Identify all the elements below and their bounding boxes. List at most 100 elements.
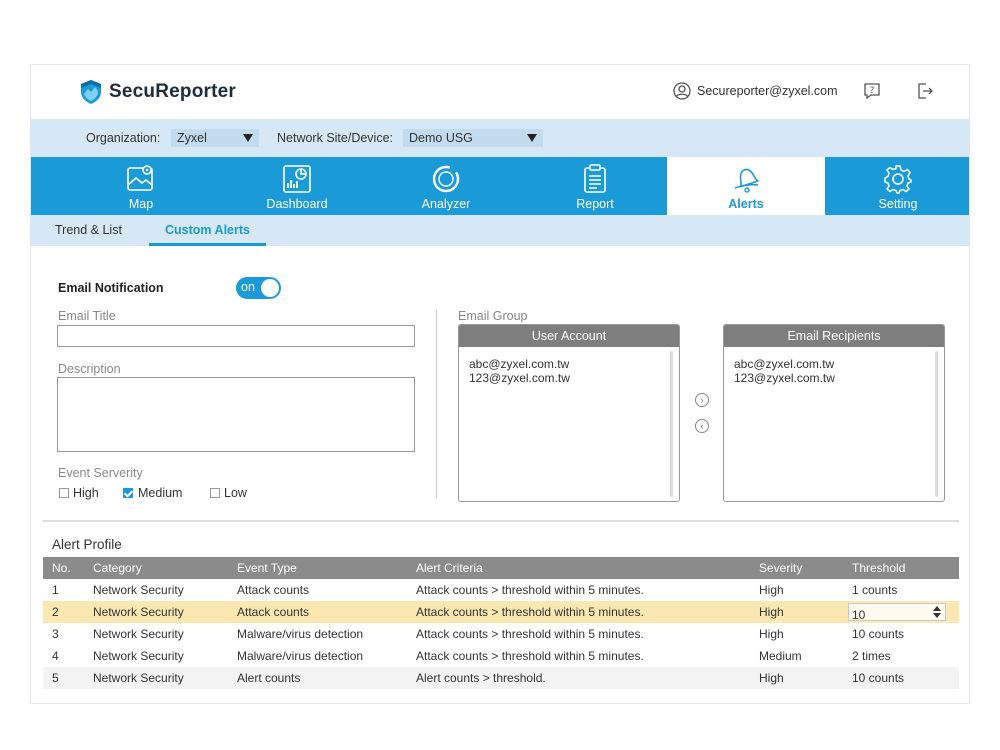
- chevron-down-icon: [527, 134, 537, 142]
- user-account-list[interactable]: User Account abc@zyxel.com.tw 123@zyxel.…: [458, 324, 680, 502]
- cell-criteria: Attack counts > threshold within 5 minut…: [416, 649, 644, 663]
- nav-label-dashboard: Dashboard: [266, 197, 328, 211]
- analyzer-icon: [432, 165, 460, 193]
- site-select[interactable]: Demo USG: [403, 129, 543, 147]
- nav-item-analyzer[interactable]: Analyzer: [376, 157, 516, 215]
- email-recipients-header: Email Recipients: [724, 325, 944, 347]
- user-icon[interactable]: [673, 82, 691, 100]
- app-window: SecuReporter Secureporter@zyxel.com ? Or…: [30, 64, 970, 704]
- section-divider: [43, 520, 959, 522]
- severity-low-checkbox[interactable]: [210, 488, 220, 498]
- gear-icon: [884, 165, 912, 194]
- move-left-button[interactable]: ‹: [695, 419, 709, 433]
- tab-trend-list[interactable]: Trend & List: [39, 215, 138, 246]
- move-right-button[interactable]: ›: [695, 393, 709, 407]
- email-group-label: Email Group: [458, 309, 528, 323]
- cell-no: 1: [52, 583, 59, 597]
- cell-severity: Medium: [759, 649, 802, 663]
- cell-criteria: Attack counts > threshold within 5 minut…: [416, 605, 644, 619]
- cell-event-type: Attack counts: [237, 583, 310, 597]
- cell-category: Network Security: [93, 627, 184, 641]
- nav-label-analyzer: Analyzer: [421, 197, 471, 211]
- header: SecuReporter Secureporter@zyxel.com ?: [31, 65, 969, 119]
- logout-icon[interactable]: [916, 82, 934, 100]
- cell-event-type: Alert counts: [237, 671, 301, 685]
- severity-label: Event Serverity: [58, 466, 143, 480]
- threshold-spinner-input[interactable]: 10: [848, 603, 946, 622]
- nav-label-alerts: Alerts: [728, 197, 764, 211]
- user-email[interactable]: Secureporter@zyxel.com: [697, 84, 838, 98]
- cell-threshold: 10 counts: [852, 627, 905, 641]
- cell-threshold: 1 counts: [852, 583, 898, 597]
- email-notification-toggle[interactable]: on: [236, 277, 281, 299]
- cell-no: 2: [52, 605, 59, 619]
- cell-severity: High: [759, 627, 784, 641]
- nav-item-map[interactable]: Map: [71, 157, 211, 215]
- severity-high-checkbox[interactable]: [59, 488, 69, 498]
- severity-high-label: High: [73, 486, 99, 500]
- nav-label-setting: Setting: [878, 197, 918, 211]
- list-item[interactable]: 123@zyxel.com.tw: [469, 371, 669, 385]
- main-nav: Map Dashboard Analyzer Report Alerts Set…: [31, 157, 969, 215]
- table-row[interactable]: 2 Network Security Attack counts Attack …: [43, 601, 959, 623]
- table-row[interactable]: 5 Network Security Alert counts Alert co…: [43, 667, 959, 689]
- cell-threshold: 2 times: [852, 649, 891, 663]
- tab-custom-alerts[interactable]: Custom Alerts: [149, 215, 266, 246]
- sub-tabs: Trend & List Custom Alerts: [31, 215, 969, 246]
- svg-text:?: ?: [870, 86, 875, 96]
- cell-criteria: Attack counts > threshold within 5 minut…: [416, 627, 644, 641]
- cell-threshold: 10 counts: [852, 671, 905, 685]
- table-row[interactable]: 4 Network Security Malware/virus detecti…: [43, 645, 959, 667]
- description-label: Description: [58, 362, 121, 376]
- email-title-label: Email Title: [58, 309, 116, 323]
- table-row[interactable]: 3 Network Security Malware/virus detecti…: [43, 623, 959, 645]
- vertical-divider: [436, 310, 437, 498]
- user-account-header: User Account: [459, 325, 679, 347]
- description-textarea[interactable]: [57, 377, 415, 452]
- site-label: Network Site/Device:: [277, 131, 394, 145]
- nav-item-report[interactable]: Report: [525, 157, 665, 215]
- nav-label-map: Map: [128, 197, 154, 211]
- alert-profile-table: No. Category Event Type Alert Criteria S…: [43, 557, 959, 689]
- spinner-arrows-icon[interactable]: [933, 606, 941, 618]
- scrollbar[interactable]: [935, 351, 938, 497]
- report-icon: [584, 164, 606, 193]
- map-icon: [127, 165, 153, 191]
- organization-select[interactable]: Zyxel: [171, 129, 259, 147]
- severity-medium-label: Medium: [138, 486, 183, 500]
- email-recipients-list[interactable]: Email Recipients abc@zyxel.com.tw 123@zy…: [723, 324, 945, 502]
- nav-label-report: Report: [576, 197, 614, 211]
- column-header-no: No.: [52, 561, 71, 575]
- scrollbar[interactable]: [670, 351, 673, 497]
- help-icon[interactable]: ?: [863, 82, 881, 100]
- app-title: SecuReporter: [109, 81, 236, 102]
- nav-item-setting[interactable]: Setting: [825, 157, 969, 215]
- email-title-input[interactable]: [57, 325, 415, 347]
- column-header-category: Category: [93, 561, 142, 575]
- cell-category: Network Security: [93, 583, 184, 597]
- list-item[interactable]: abc@zyxel.com.tw: [734, 357, 934, 371]
- severity-low-label: Low: [224, 486, 247, 500]
- column-header-threshold: Threshold: [852, 561, 906, 575]
- cell-criteria: Alert counts > threshold.: [416, 671, 546, 685]
- cell-category: Network Security: [93, 671, 184, 685]
- organization-label: Organization:: [86, 131, 161, 145]
- nav-item-alerts[interactable]: Alerts: [667, 157, 825, 215]
- severity-medium-checkbox[interactable]: [123, 488, 133, 498]
- list-item[interactable]: 123@zyxel.com.tw: [734, 371, 934, 385]
- cell-criteria: Attack counts > threshold within 5 minut…: [416, 583, 644, 597]
- cell-no: 5: [52, 671, 59, 685]
- bell-icon: [734, 168, 759, 193]
- cell-event-type: Attack counts: [237, 605, 310, 619]
- nav-item-dashboard[interactable]: Dashboard: [227, 157, 367, 215]
- organization-value: Zyxel: [177, 131, 207, 145]
- alert-profile-title: Alert Profile: [52, 537, 122, 552]
- toggle-text: on: [241, 280, 255, 294]
- list-item[interactable]: abc@zyxel.com.tw: [469, 357, 669, 371]
- table-row[interactable]: 1 Network Security Attack counts Attack …: [43, 579, 959, 601]
- dashboard-icon: [283, 165, 311, 193]
- cell-severity: High: [759, 671, 784, 685]
- cell-severity: High: [759, 605, 784, 619]
- cell-no: 4: [52, 649, 59, 663]
- cell-no: 3: [52, 627, 59, 641]
